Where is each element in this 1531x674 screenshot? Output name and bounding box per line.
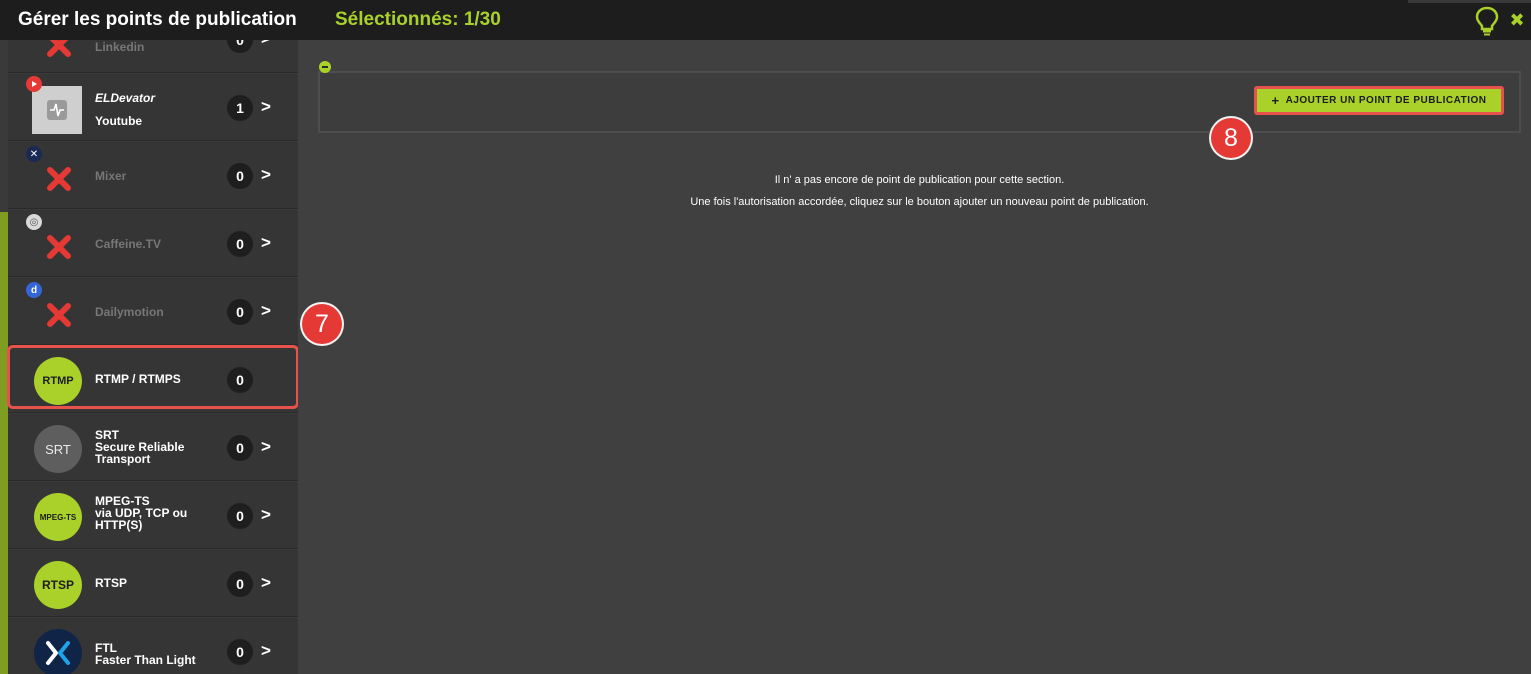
page-title: Gérer les points de publication <box>18 9 297 30</box>
sidebar-item-mixer[interactable]: ✕ Mixer 0 > <box>8 142 298 209</box>
add-button-label: AJOUTER UN POINT DE PUBLICATION <box>1285 95 1487 106</box>
waveform-icon <box>47 100 67 120</box>
empty-state-line2: Une fois l'autorisation accordée, clique… <box>690 196 1149 208</box>
selection-counter: Sélectionnés: 1/30 <box>335 9 501 30</box>
dailymotion-icon: d <box>26 282 42 298</box>
count-badge: 0 <box>227 435 253 461</box>
ftl-icon <box>34 629 82 674</box>
sidebar-item-rtsp[interactable]: RTSP RTSP 0 > <box>8 550 298 617</box>
sidebar-item-caffeine[interactable]: ◎ Caffeine.TV 0 > <box>8 210 298 277</box>
chevron-right-icon[interactable]: > <box>261 233 271 253</box>
count-badge: 1 <box>227 95 253 121</box>
chevron-right-icon[interactable]: > <box>261 437 271 457</box>
sidebar-item-label: RTSP <box>95 576 128 590</box>
lightbulb-icon[interactable] <box>1474 6 1500 36</box>
chevron-right-icon[interactable]: > <box>261 505 271 525</box>
chevron-right-icon[interactable]: > <box>261 165 271 185</box>
sidebar-item-dailymotion[interactable]: d Dailymotion 0 > <box>8 278 298 345</box>
sidebar-item-label-line3: HTTP(S) <box>95 518 143 532</box>
channel-avatar <box>32 86 82 134</box>
collapse-icon[interactable] <box>319 61 331 73</box>
count-badge: 0 <box>227 231 253 257</box>
mixer-icon: ✕ <box>26 146 42 162</box>
sidebar-accent-bar <box>0 212 8 674</box>
annotation-step-8: 8 <box>1211 118 1251 158</box>
header-bar: Gérer les points de publication Sélectio… <box>0 0 1531 40</box>
disabled-x-icon <box>47 235 71 259</box>
platform-name: Youtube <box>95 114 143 128</box>
disabled-x-icon <box>47 303 71 327</box>
chevron-right-icon[interactable]: > <box>261 573 271 593</box>
youtube-icon <box>26 76 42 92</box>
sidebar-item-label: Linkedin <box>95 40 145 54</box>
count-badge: 0 <box>227 503 253 529</box>
app-window: Gérer les points de publication Sélectio… <box>0 0 1531 674</box>
empty-state-line1: Il n' a pas encore de point de publicati… <box>774 174 1065 186</box>
sidebar-item-label: Caffeine.TV <box>95 237 162 251</box>
count-badge: 0 <box>227 163 253 189</box>
close-icon[interactable]: ✖ <box>1509 10 1525 30</box>
sidebar-item-youtube[interactable]: ELDevator Youtube 1 > <box>8 74 298 141</box>
count-badge: 0 <box>227 639 253 665</box>
sidebar-item-label-line2: Faster Than Light <box>95 653 196 667</box>
selection-highlight <box>7 345 298 409</box>
header-divider <box>1408 0 1531 3</box>
sidebar-item-ftl[interactable]: FTL Faster Than Light 0 > <box>8 618 298 674</box>
chevron-right-icon[interactable]: > <box>261 641 271 661</box>
sidebar-item-linkedin[interactable]: Linkedin 0 > <box>8 40 298 73</box>
count-badge: 0 <box>227 299 253 325</box>
main-content: + AJOUTER UN POINT DE PUBLICATION Il n' … <box>298 40 1531 674</box>
chevron-right-icon[interactable]: > <box>261 40 271 49</box>
add-publication-point-button[interactable]: + AJOUTER UN POINT DE PUBLICATION <box>1254 86 1504 115</box>
disabled-x-icon <box>47 40 71 57</box>
disabled-x-icon <box>47 167 71 191</box>
sidebar-item-mpegts[interactable]: MPEG-TS MPEG-TS via UDP, TCP ou HTTP(S) … <box>8 482 298 549</box>
caffeine-icon: ◎ <box>26 214 42 230</box>
count-badge: 0 <box>227 571 253 597</box>
srt-icon: SRT <box>34 425 82 473</box>
chevron-right-icon[interactable]: > <box>261 301 271 321</box>
sidebar-item-label: Dailymotion <box>95 305 164 319</box>
annotation-step-7: 7 <box>302 304 342 344</box>
mpegts-icon: MPEG-TS <box>34 493 82 541</box>
rtsp-icon: RTSP <box>34 561 82 609</box>
chevron-right-icon[interactable]: > <box>261 97 271 117</box>
destination-sidebar: Linkedin 0 > ELDevator Youtube 1 > ✕ Mix… <box>0 40 298 674</box>
sidebar-item-label-line3: Transport <box>95 452 151 466</box>
sidebar-item-label: Mixer <box>95 169 127 183</box>
count-badge: 0 <box>227 40 253 53</box>
plus-icon: + <box>1271 93 1280 108</box>
channel-name: ELDevator <box>95 91 156 105</box>
sidebar-item-srt[interactable]: SRT SRT Secure Reliable Transport 0 > <box>8 414 298 481</box>
